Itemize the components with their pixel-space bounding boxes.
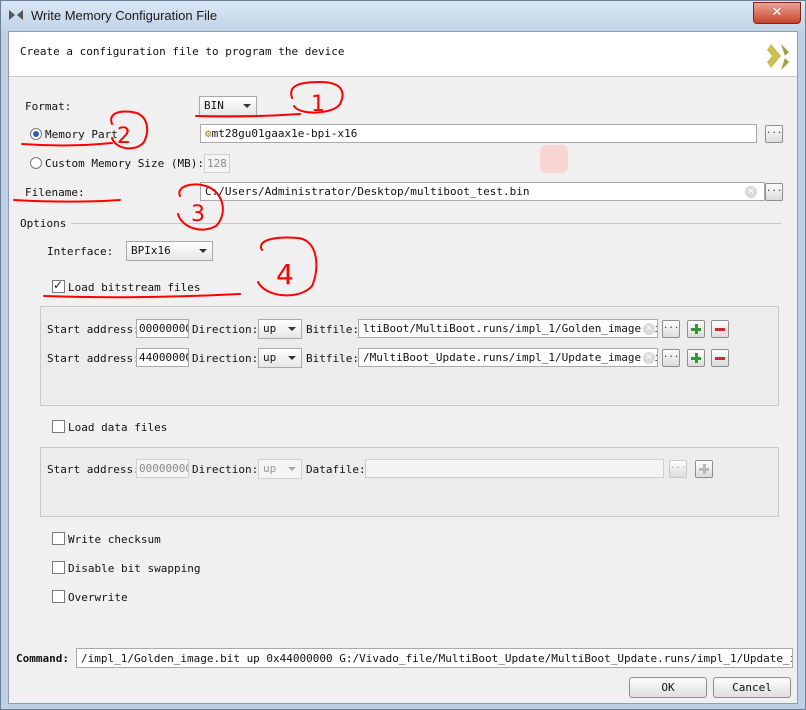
command-label: Command: [16, 652, 69, 665]
xilinx-logo-icon [767, 44, 789, 70]
write-checksum-checkbox[interactable] [52, 532, 65, 545]
filename-label: Filename: [25, 186, 85, 199]
memory-part-field[interactable]: ⚙mt28gu01gaax1e-bpi-x16 [200, 124, 757, 143]
direction-label: Direction: [192, 352, 259, 365]
start-address-input[interactable]: 00000000 [136, 459, 189, 478]
command-value: /impl_1/Golden_image.bit up 0x44000000 G… [81, 652, 793, 665]
interface-label: Interface: [47, 245, 114, 258]
direction-select-value: up [263, 462, 277, 475]
bitfile-value: ltiBoot/MultiBoot.runs/impl_1/Golden_ima… [363, 322, 658, 335]
clear-filename-icon[interactable]: ✕ [745, 186, 757, 198]
remove-bitfile-button[interactable] [711, 349, 729, 367]
custom-size-radio[interactable] [30, 157, 42, 169]
dialog-body: Create a configuration file to program t… [8, 31, 798, 704]
chevron-down-icon [243, 104, 251, 108]
direction-label: Direction: [192, 463, 259, 476]
format-select[interactable]: BIN [199, 96, 257, 116]
memory-part-value: mt28gu01gaax1e-bpi-x16 [211, 127, 358, 140]
datafile-input[interactable] [365, 459, 664, 478]
custom-size-field[interactable]: 128 [204, 154, 230, 173]
app-icon [9, 10, 23, 20]
filename-field[interactable]: C:/Users/Administrator/Desktop/multiboot… [200, 182, 765, 201]
options-divider [71, 223, 781, 224]
format-label: Format: [25, 100, 72, 113]
command-field[interactable]: /impl_1/Golden_image.bit up 0x44000000 G… [76, 648, 793, 668]
memory-part-radio[interactable] [30, 128, 42, 140]
chevron-down-icon [199, 249, 207, 253]
load-data-label: Load data files [68, 421, 168, 434]
bitfile-input[interactable]: ltiBoot/MultiBoot.runs/impl_1/Golden_ima… [358, 319, 658, 338]
start-address-input[interactable]: 00000000 [136, 319, 189, 338]
disable-bit-swapping-checkbox[interactable] [52, 561, 65, 574]
title-bar: Write Memory Configuration File ✕ [1, 1, 805, 31]
add-bitfile-button[interactable] [687, 349, 705, 367]
bitfile-label: Bitfile: [306, 323, 359, 336]
clear-bitfile-icon[interactable]: ✕ [643, 352, 655, 364]
overwrite-label: Overwrite [68, 591, 128, 604]
custom-size-label: Custom Memory Size (MB): [45, 157, 204, 170]
window-title: Write Memory Configuration File [31, 8, 218, 23]
chevron-down-icon [288, 467, 296, 471]
dialog-header: Create a configuration file to program t… [9, 32, 797, 77]
filename-browse-button[interactable]: ... [765, 183, 783, 201]
close-button[interactable]: ✕ [753, 2, 801, 24]
bitfile-browse-button[interactable]: ... [662, 320, 680, 338]
direction-select-value: up [263, 322, 277, 335]
write-checksum-label: Write checksum [68, 533, 161, 546]
bitfile-input[interactable]: /MultiBoot_Update.runs/impl_1/Update_ima… [358, 348, 658, 367]
bitfile-browse-button[interactable]: ... [662, 349, 680, 367]
direction-label: Direction: [192, 323, 259, 336]
options-label: Options [20, 217, 67, 230]
search-watermark-icon [540, 145, 568, 173]
filename-value: C:/Users/Administrator/Desktop/multiboot… [205, 185, 530, 198]
interface-select[interactable]: BPIx16 [126, 241, 213, 261]
direction-select[interactable]: up [258, 348, 302, 368]
bitfile-value: /MultiBoot_Update.runs/impl_1/Update_ima… [363, 351, 658, 364]
start-address-label: Start address: [47, 463, 140, 476]
direction-select[interactable]: up [258, 459, 302, 479]
bitfile-label: Bitfile: [306, 352, 359, 365]
start-address-input[interactable]: 44000000 [136, 348, 189, 367]
disable-bit-swapping-label: Disable bit swapping [68, 562, 201, 575]
interface-select-value: BPIx16 [131, 244, 171, 257]
memory-part-browse-button[interactable]: ... [765, 125, 783, 143]
format-select-value: BIN [204, 99, 224, 112]
add-datafile-button[interactable] [695, 460, 713, 478]
header-description: Create a configuration file to program t… [20, 45, 345, 58]
start-address-label: Start address: [47, 323, 140, 336]
start-address-label: Start address: [47, 352, 140, 365]
chevron-down-icon [288, 327, 296, 331]
direction-select[interactable]: up [258, 319, 302, 339]
cancel-button[interactable]: Cancel [713, 677, 791, 698]
data-files-panel [40, 447, 779, 517]
chip-icon: ⚙ [205, 127, 212, 140]
load-bitstream-label: Load bitstream files [68, 281, 201, 294]
ok-button[interactable]: OK [629, 677, 707, 698]
remove-bitfile-button[interactable] [711, 320, 729, 338]
overwrite-checkbox[interactable] [52, 590, 65, 603]
clear-bitfile-icon[interactable]: ✕ [643, 323, 655, 335]
dialog-window: Write Memory Configuration File ✕ Create… [0, 0, 806, 710]
datafile-browse-button[interactable]: ... [669, 460, 687, 478]
add-bitfile-button[interactable] [687, 320, 705, 338]
load-bitstream-checkbox[interactable] [52, 278, 65, 293]
memory-part-label: Memory Part [45, 128, 118, 141]
chevron-down-icon [288, 356, 296, 360]
datafile-label: Datafile: [306, 463, 366, 476]
load-data-checkbox[interactable] [52, 420, 65, 433]
direction-select-value: up [263, 351, 277, 364]
